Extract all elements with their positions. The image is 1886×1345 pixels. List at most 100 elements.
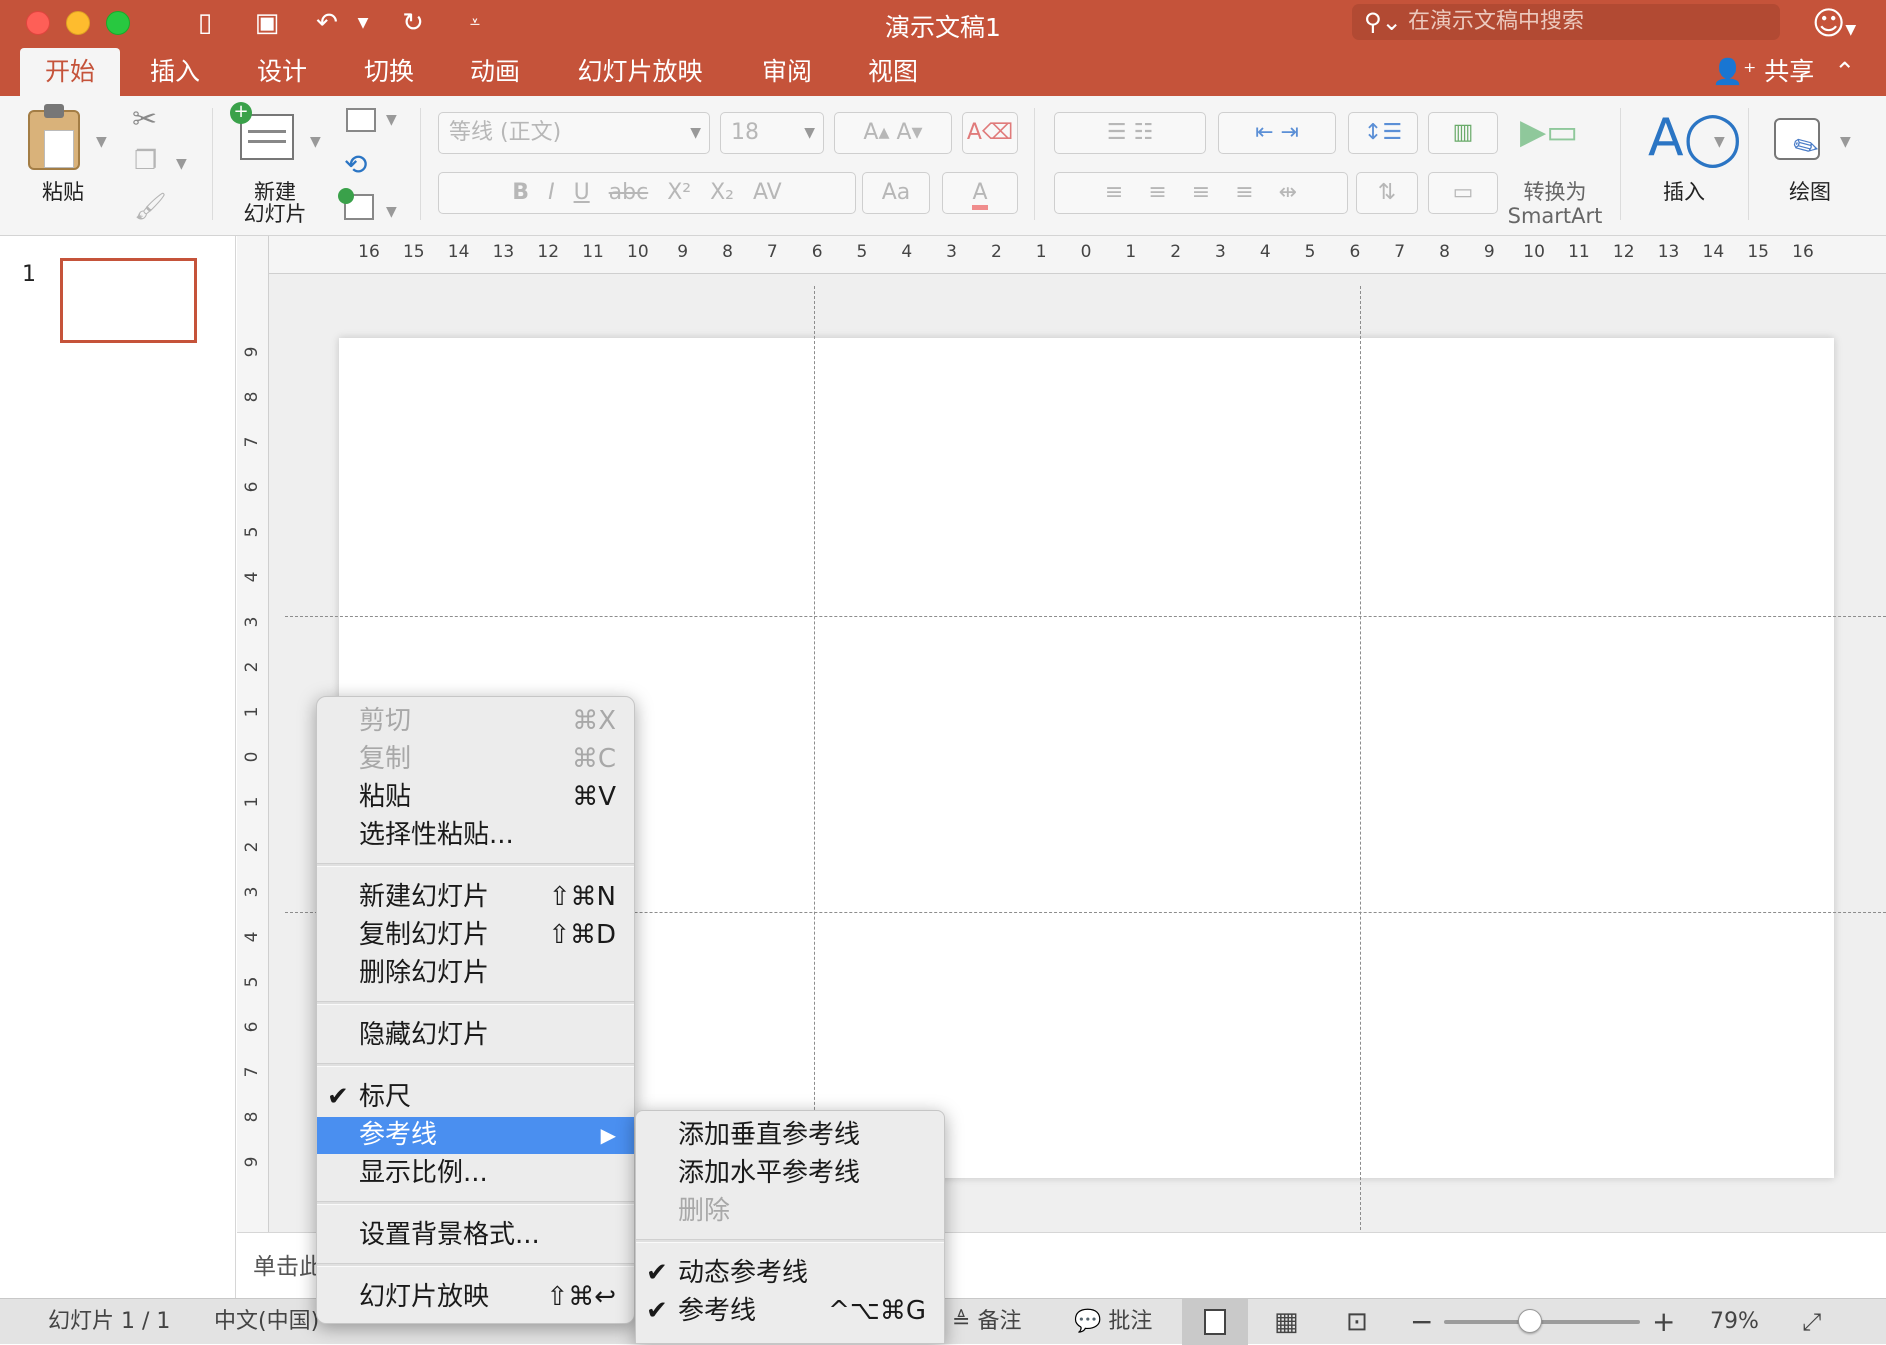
layout-icon[interactable] xyxy=(346,108,376,132)
share-button[interactable]: 👤⁺ 共享 ⌃ xyxy=(1712,48,1855,96)
decrease-font-size-icon[interactable]: A▾ xyxy=(897,120,923,145)
menu-item-ruler[interactable]: ✔ 标尺 xyxy=(317,1079,634,1116)
decrease-indent-icon[interactable]: ⇤ xyxy=(1255,120,1273,145)
tab-insert[interactable]: 插入 xyxy=(140,48,210,96)
menu-item-format-background[interactable]: 设置背景格式... xyxy=(317,1217,634,1254)
zoom-level[interactable]: 79% xyxy=(1710,1307,1759,1337)
align-center-icon[interactable]: ≡ xyxy=(1148,180,1166,205)
normal-view-button[interactable] xyxy=(1182,1299,1248,1345)
insert-dropdown-icon[interactable]: ▼ xyxy=(1714,134,1725,150)
paste-dropdown-icon[interactable]: ▼ xyxy=(96,134,107,150)
increase-font-size-icon[interactable]: A▴ xyxy=(863,120,889,145)
font-size-select[interactable]: 18 ▼ xyxy=(720,112,824,154)
font-name-select[interactable]: 等线 (正文) ▼ xyxy=(438,112,710,154)
submenu-item-dynamic-guides[interactable]: ✔ 动态参考线 xyxy=(636,1255,944,1292)
horizontal-guide-1[interactable] xyxy=(285,616,1886,617)
change-case-icon[interactable]: Aa xyxy=(862,172,930,214)
vertical-guide-2[interactable] xyxy=(1360,286,1361,1230)
language-indicator[interactable]: 中文(中国) xyxy=(214,1307,319,1337)
submenu-item-add-horizontal-guide[interactable]: 添加水平参考线 xyxy=(636,1155,944,1192)
ruler-tick-label: 4 xyxy=(242,931,262,943)
paste-label[interactable]: 粘贴 xyxy=(30,180,96,204)
line-spacing-icon[interactable]: ↕☰ xyxy=(1348,112,1418,154)
draw-icon[interactable]: ✎ xyxy=(1774,118,1826,169)
horizontal-ruler[interactable]: 16 15 14 13 12 11 10 9 8 7 6 5 4 3 2 1 0 1 2 3 4 5 6 7 8 9 10 11 12 1… xyxy=(269,236,1886,274)
new-slide-dropdown-icon[interactable]: ▼ xyxy=(310,134,321,150)
align-text-icon[interactable]: ▭ xyxy=(1428,172,1498,214)
menu-item-delete-slide[interactable]: 删除幻灯片 xyxy=(317,955,634,992)
align-right-icon[interactable]: ≡ xyxy=(1192,180,1210,205)
justify-icon[interactable]: ≡ xyxy=(1235,180,1253,205)
slide-sorter-icon[interactable]: ▦ xyxy=(1274,1307,1299,1337)
slide-thumbnail[interactable] xyxy=(60,258,197,343)
bold-icon[interactable]: B xyxy=(512,180,529,205)
text-direction-icon[interactable]: ⇅ xyxy=(1356,172,1418,214)
fit-to-window-icon[interactable]: ⤢ xyxy=(1802,1307,1821,1337)
new-slide-label-1[interactable]: 新建 xyxy=(232,180,318,204)
tab-view[interactable]: 视图 xyxy=(858,48,928,96)
clipboard-icon[interactable] xyxy=(28,104,80,170)
character-spacing-icon[interactable]: AV xyxy=(753,180,782,205)
superscript-icon[interactable]: X² xyxy=(667,180,691,205)
collapse-ribbon-icon[interactable]: ⌃ xyxy=(1834,57,1855,86)
zoom-out-icon[interactable]: − xyxy=(1410,1307,1433,1337)
increase-indent-icon[interactable]: ⇥ xyxy=(1281,120,1299,145)
menu-item-new-slide[interactable]: 新建幻灯片 ⇧⌘N xyxy=(317,879,634,916)
vertical-guide-1[interactable] xyxy=(814,286,815,1230)
menu-item-duplicate-slide[interactable]: 复制幻灯片 ⇧⌘D xyxy=(317,917,634,954)
bullets-icon[interactable]: ☰ xyxy=(1107,120,1127,145)
submenu-item-guides[interactable]: ✔ 参考线 ^⌥⌘G xyxy=(636,1293,944,1330)
insert-label[interactable]: 插入 xyxy=(1654,180,1714,204)
copy-icon[interactable]: ❐ xyxy=(134,146,157,176)
new-slide-icon[interactable]: + xyxy=(230,102,294,160)
convert-smartart-label-2[interactable]: SmartArt xyxy=(1500,204,1610,228)
reading-view-icon[interactable]: ⊡ xyxy=(1346,1307,1368,1337)
submenu-item-delete-guide[interactable]: 删除 xyxy=(636,1193,944,1230)
vertical-ruler[interactable]: 9 8 7 6 5 4 3 2 1 0 1 2 3 4 5 6 7 8 9 xyxy=(237,236,269,1232)
menu-item-zoom[interactable]: 显示比例... xyxy=(317,1155,634,1192)
strikethrough-icon[interactable]: abc xyxy=(609,180,649,205)
notes-button[interactable]: ≜ 备注 xyxy=(952,1307,1021,1337)
clear-formatting-icon[interactable]: A⌫ xyxy=(962,112,1018,154)
comments-button[interactable]: 💬 批注 xyxy=(1074,1307,1152,1337)
align-left-icon[interactable]: ≡ xyxy=(1105,180,1123,205)
tab-animations[interactable]: 动画 xyxy=(460,48,530,96)
tab-review[interactable]: 审阅 xyxy=(752,48,822,96)
layout-dropdown-icon[interactable]: ▼ xyxy=(386,112,397,128)
zoom-slider-thumb[interactable] xyxy=(1518,1309,1543,1333)
draw-dropdown-icon[interactable]: ▼ xyxy=(1840,134,1851,150)
tab-slideshow[interactable]: 幻灯片放映 xyxy=(568,48,712,96)
submenu-item-add-vertical-guide[interactable]: 添加垂直参考线 xyxy=(636,1117,944,1154)
menu-item-hide-slide[interactable]: 隐藏幻灯片 xyxy=(317,1017,634,1054)
tab-design[interactable]: 设计 xyxy=(247,48,317,96)
italic-icon[interactable]: I xyxy=(548,180,555,205)
smartart-icon[interactable]: ▶▭ xyxy=(1520,108,1578,156)
reset-slide-icon[interactable]: ⟲ xyxy=(344,148,367,181)
font-color-icon[interactable]: A xyxy=(942,172,1018,214)
copy-dropdown-icon[interactable]: ▼ xyxy=(176,156,187,172)
search-input[interactable]: ⚲⌄ 在演示文稿中搜索 xyxy=(1352,4,1780,40)
convert-smartart-label-1[interactable]: 转换为 xyxy=(1500,180,1610,204)
menu-item-cut[interactable]: 剪切 ⌘X xyxy=(317,703,634,740)
format-painter-icon[interactable]: 🖌 xyxy=(134,192,167,222)
menu-item-copy[interactable]: 复制 ⌘C xyxy=(317,741,634,778)
distribute-icon[interactable]: ⇹ xyxy=(1279,180,1297,205)
menu-item-slideshow[interactable]: 幻灯片放映 ⇧⌘↩ xyxy=(317,1279,634,1316)
menu-item-paste[interactable]: 粘贴 ⌘V xyxy=(317,779,634,816)
menu-item-paste-special[interactable]: 选择性粘贴... xyxy=(317,817,634,854)
new-slide-label-2[interactable]: 幻灯片 xyxy=(232,202,318,226)
underline-icon[interactable]: U xyxy=(574,180,590,205)
section-dropdown-icon[interactable]: ▼ xyxy=(386,204,397,220)
insert-shape-icon[interactable]: A◯ xyxy=(1648,108,1742,168)
subscript-icon[interactable]: X₂ xyxy=(710,180,734,205)
cut-icon[interactable]: ✂ xyxy=(132,102,157,137)
draw-label[interactable]: 绘图 xyxy=(1780,180,1840,204)
numbering-icon[interactable]: ☷ xyxy=(1134,120,1154,145)
tab-home[interactable]: 开始 xyxy=(20,48,120,96)
zoom-in-icon[interactable]: + xyxy=(1652,1307,1675,1337)
menu-item-guides[interactable]: 参考线 ▶ xyxy=(317,1117,634,1154)
section-icon[interactable] xyxy=(338,188,374,220)
columns-icon[interactable]: ▥ xyxy=(1428,112,1498,154)
feedback-smiley-icon[interactable]: ☺▼ xyxy=(1812,6,1856,47)
tab-transitions[interactable]: 切换 xyxy=(354,48,424,96)
